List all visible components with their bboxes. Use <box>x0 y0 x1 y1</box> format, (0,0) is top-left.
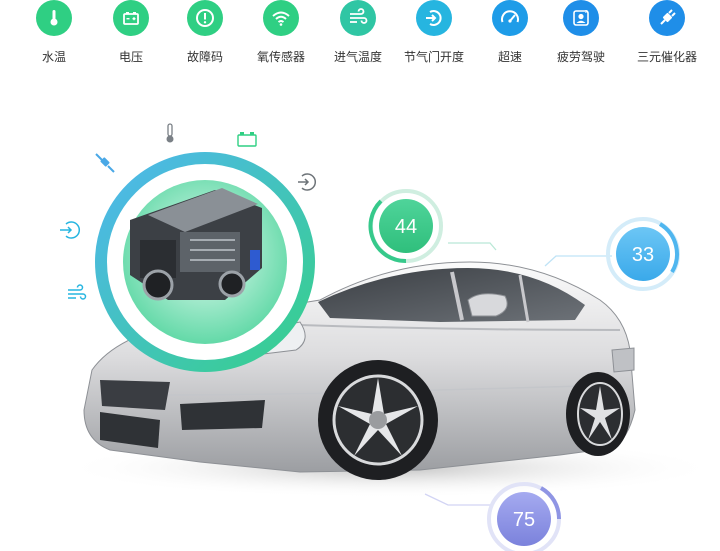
car-diagnostic-illustration: 44 33 75 <box>60 123 720 551</box>
throttle-icon <box>60 221 81 239</box>
thermometer-icon <box>166 123 174 143</box>
front-wheel <box>318 360 438 480</box>
value-badge-44: 44 <box>368 189 497 264</box>
badge-value: 75 <box>513 509 535 531</box>
catalytic-plug-icon <box>95 153 115 173</box>
badge-value: 33 <box>632 244 654 266</box>
rear-wheel <box>566 372 630 456</box>
engine-diagnostic-ring <box>60 123 317 372</box>
air-flow-icon <box>68 284 87 300</box>
value-badge-33: 33 <box>544 217 680 291</box>
throttle-icon <box>298 173 317 191</box>
battery-icon <box>237 132 257 147</box>
badge-value: 44 <box>395 216 417 238</box>
